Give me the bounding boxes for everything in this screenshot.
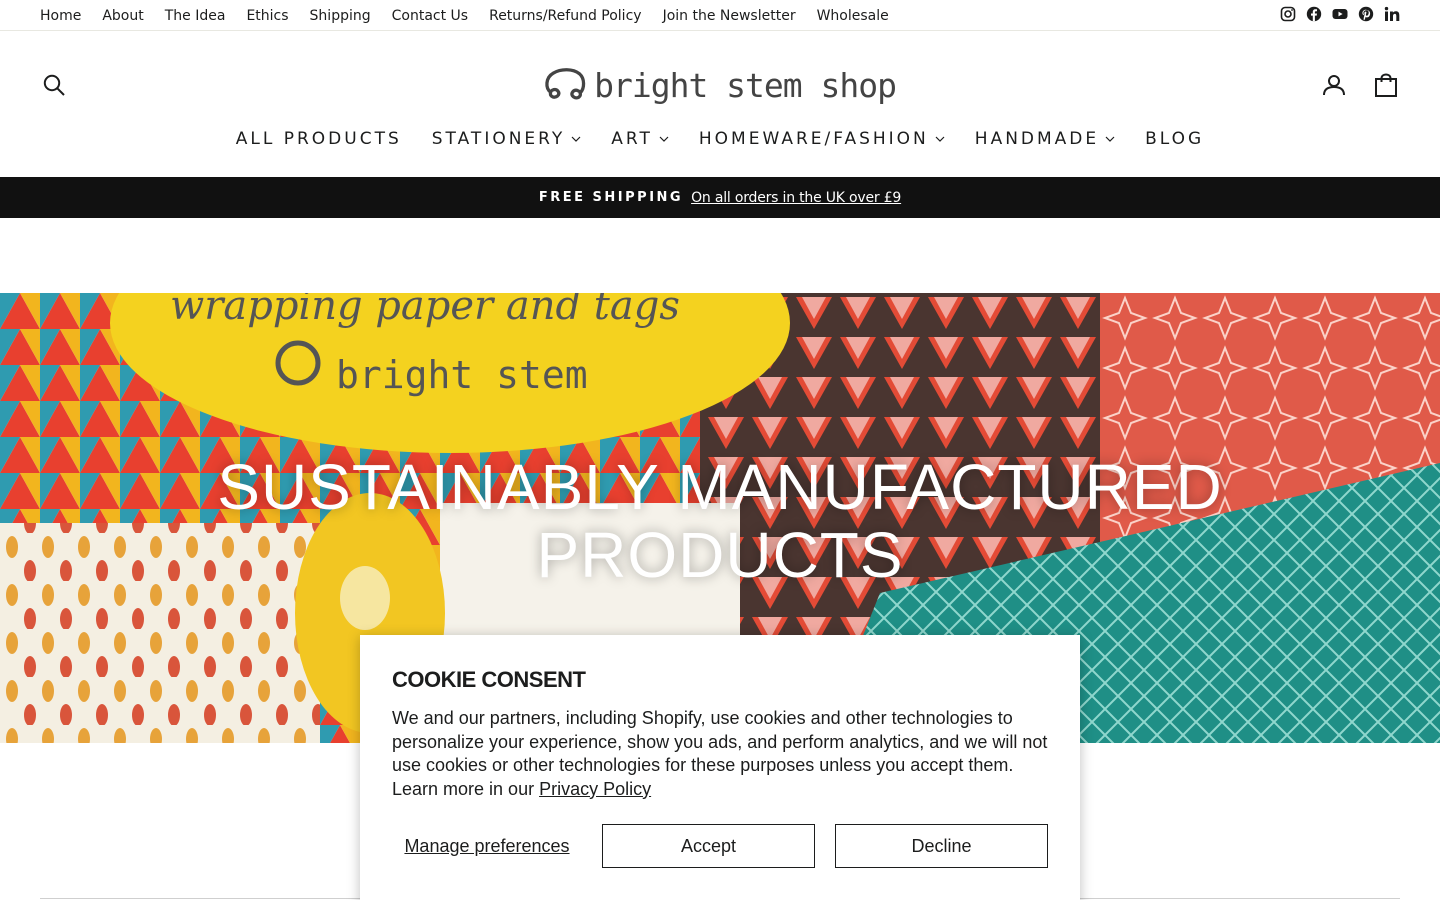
hero-image-lettering-tagline: wrapping paper and tags (170, 293, 680, 329)
chevron-down-icon (935, 134, 945, 144)
chevron-down-icon (659, 134, 669, 144)
hero-title-line-2: PRODUCTS (536, 519, 904, 591)
cookie-body-text: We and our partners, including Shopify, … (392, 708, 1048, 799)
nav-item-stationery[interactable]: STATIONERY (432, 124, 582, 154)
logo-text: bright stem shop (594, 65, 897, 105)
linkedin-icon[interactable] (1384, 6, 1400, 22)
utility-nav: Home About The Idea Ethics Shipping Cont… (40, 0, 889, 31)
nav-label: HOMEWARE/FASHION (698, 129, 929, 149)
privacy-policy-link[interactable]: Privacy Policy (539, 779, 651, 799)
utility-link-returns-refund-policy[interactable]: Returns/Refund Policy (489, 8, 641, 24)
utility-link-home[interactable]: Home (40, 8, 81, 24)
bag-icon[interactable] (1374, 73, 1398, 97)
utility-link-about[interactable]: About (102, 8, 143, 24)
cookie-body: We and our partners, including Shopify, … (392, 707, 1048, 801)
user-icon[interactable] (1322, 73, 1346, 97)
manage-preferences-button[interactable]: Manage preferences (392, 824, 582, 868)
nav-label: ART (611, 129, 653, 149)
nav-item-handmade[interactable]: HANDMADE (975, 124, 1115, 154)
search-icon[interactable] (42, 73, 66, 97)
utility-link-join-the-newsletter[interactable]: Join the Newsletter (663, 8, 796, 24)
nav-item-homeware-fashion[interactable]: HOMEWARE/FASHION (699, 124, 945, 154)
youtube-icon[interactable] (1332, 6, 1348, 22)
utility-link-shipping[interactable]: Shipping (310, 8, 371, 24)
instagram-icon[interactable] (1280, 6, 1296, 22)
pinterest-icon[interactable] (1358, 6, 1374, 22)
utility-link-the-idea[interactable]: The Idea (165, 8, 226, 24)
nav-item-blog[interactable]: BLOG (1145, 124, 1204, 154)
cookie-consent-dialog: COOKIE CONSENT We and our partners, incl… (360, 635, 1080, 900)
hero-image-lettering-brand: bright stem (336, 353, 588, 397)
hero-title: SUSTAINABLY MANUFACTURED PRODUCTS (0, 453, 1440, 589)
utility-link-ethics[interactable]: Ethics (246, 8, 288, 24)
nav-label: STATIONERY (431, 129, 566, 149)
announcement-title: FREE SHIPPING (538, 190, 684, 205)
logo-mark-icon (545, 68, 586, 100)
chevron-down-icon (1105, 134, 1115, 144)
cookie-title: COOKIE CONSENT (392, 667, 586, 692)
utility-bar: Home About The Idea Ethics Shipping Cont… (0, 0, 1440, 31)
accept-button[interactable]: Accept (602, 824, 815, 868)
chevron-down-icon (571, 134, 581, 144)
main-nav: ALL PRODUCTS STATIONERY ART HOMEWARE/FAS… (0, 124, 1440, 154)
hero-title-line-1: SUSTAINABLY MANUFACTURED (217, 451, 1223, 523)
nav-item-all-products[interactable]: ALL PRODUCTS (236, 124, 402, 154)
decline-button[interactable]: Decline (835, 824, 1048, 868)
utility-link-contact-us[interactable]: Contact Us (392, 8, 468, 24)
site-logo[interactable]: bright stem shop (544, 60, 897, 110)
announcement-link[interactable]: On all orders in the UK over £9 (691, 190, 901, 206)
cookie-actions: Manage preferences Accept Decline (392, 824, 1048, 868)
nav-item-art[interactable]: ART (611, 124, 669, 154)
nav-label: BLOG (1145, 129, 1205, 149)
social-icons (1280, 6, 1400, 22)
nav-label: HANDMADE (974, 129, 1100, 149)
facebook-icon[interactable] (1306, 6, 1322, 22)
nav-label: ALL PRODUCTS (235, 129, 402, 149)
announcement-bar: FREE SHIPPING On all orders in the UK ov… (0, 177, 1440, 218)
utility-link-wholesale[interactable]: Wholesale (817, 8, 889, 24)
